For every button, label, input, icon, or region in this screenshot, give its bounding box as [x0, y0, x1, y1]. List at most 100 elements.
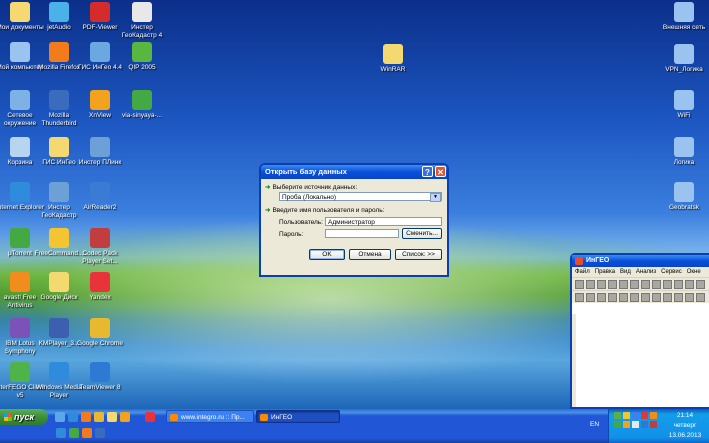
folder-icon[interactable]: [107, 412, 117, 422]
yandex-icon[interactable]: [145, 412, 155, 422]
chevron-down-icon[interactable]: ▼: [430, 193, 441, 202]
yandex-icon: [90, 272, 110, 292]
app-icon[interactable]: [95, 428, 105, 438]
desktop-icon[interactable]: Логика: [658, 137, 709, 167]
toolbar-icon[interactable]: [641, 279, 650, 289]
toolbar-icon[interactable]: [630, 279, 639, 289]
tray-icon[interactable]: [650, 421, 657, 428]
dialog-title-bar[interactable]: Открыть базу данных ? ✕: [261, 165, 447, 179]
tray-icon[interactable]: [650, 412, 657, 419]
ok-button[interactable]: OK: [309, 249, 345, 260]
menu-item[interactable]: Правка: [595, 269, 615, 275]
ie-icon[interactable]: [68, 412, 78, 422]
tray-icon[interactable]: [614, 412, 621, 419]
toolbar-icon[interactable]: [685, 279, 694, 289]
desktop-icon-label: Инстер ГеоКадастр 4: [121, 24, 163, 39]
toolbar-icon[interactable]: [652, 279, 661, 289]
ingeo-toolbar-2: [572, 290, 709, 303]
desktop-icon[interactable]: Инстер ПЛинк: [74, 137, 126, 167]
winrar-icon: [383, 44, 403, 64]
clock-time[interactable]: 21:14: [666, 412, 704, 419]
toolbar-icon[interactable]: [696, 292, 705, 302]
tray-icon[interactable]: [623, 412, 630, 419]
desktop-icon[interactable]: Geobratsk: [658, 182, 709, 212]
app-icon: [49, 318, 69, 338]
menu-item[interactable]: Вид: [620, 269, 631, 275]
toolbar-icon[interactable]: [674, 279, 683, 289]
source-label: Выберите источник данных:: [272, 184, 358, 191]
desktop-icon[interactable]: QIP 2005: [116, 42, 168, 72]
toolbar-icon[interactable]: [663, 279, 672, 289]
toolbar-icon[interactable]: [608, 292, 617, 302]
dialog-title: Открыть базу данных: [265, 167, 347, 176]
desktop-icon-label: TeamViewer 8: [79, 384, 121, 391]
list-button[interactable]: Список: >>: [395, 249, 442, 260]
app-icon[interactable]: [69, 428, 79, 438]
torrent-icon: [132, 90, 152, 110]
desktop-icon[interactable]: AirReader2: [74, 182, 126, 212]
firefox-icon[interactable]: [81, 412, 91, 422]
toolbar-icon[interactable]: [630, 292, 639, 302]
pdf-icon: [90, 2, 110, 22]
help-icon[interactable]: ?: [422, 166, 433, 177]
source-select[interactable]: Проба (Локально) ▼: [279, 192, 442, 202]
toolbar-icon[interactable]: [619, 279, 628, 289]
toolbar-icon[interactable]: [586, 279, 595, 289]
language-indicator[interactable]: EN: [590, 421, 599, 428]
menu-item[interactable]: Окне: [687, 269, 701, 275]
toolbar-icon[interactable]: [652, 292, 661, 302]
toolbar-icon[interactable]: [674, 292, 683, 302]
toolbar-icon[interactable]: [597, 279, 606, 289]
menu-item[interactable]: Сервис: [661, 269, 682, 275]
desktop-icon[interactable]: VPN_Логика: [658, 44, 709, 74]
close-icon[interactable]: ✕: [435, 166, 446, 177]
toolbar-icon[interactable]: [575, 279, 584, 289]
chrome-icon[interactable]: [94, 412, 104, 422]
toolbar-icon[interactable]: [597, 292, 606, 302]
network-icon: [10, 90, 30, 110]
desktop-icon-label: AirReader2: [83, 204, 117, 211]
tray-icon[interactable]: [632, 412, 639, 419]
menu-item[interactable]: Анализ: [636, 269, 656, 275]
avast-icon: [10, 272, 30, 292]
tray-icon[interactable]: [641, 412, 648, 419]
task-ingeo[interactable]: ИнГЕО: [256, 410, 340, 423]
user-field[interactable]: Администратор: [325, 217, 442, 226]
toolbar-icon[interactable]: [685, 292, 694, 302]
desktop-icon[interactable]: Внешняя сеть: [658, 2, 709, 32]
tray-icon[interactable]: [614, 421, 621, 428]
tray-icon[interactable]: [641, 421, 648, 428]
app-icon[interactable]: [82, 428, 92, 438]
desktop-icon[interactable]: via-sinyaya-...: [116, 90, 168, 120]
show-desktop-icon[interactable]: [55, 412, 65, 422]
desktop-icon[interactable]: WiFi: [658, 90, 709, 120]
app-icon[interactable]: [120, 412, 130, 422]
toolbar-icon[interactable]: [575, 292, 584, 302]
task-browser[interactable]: www.integro.ru :: Пр...: [166, 410, 254, 423]
desktop-icon[interactable]: Yandex: [74, 272, 126, 302]
tray-icon[interactable]: [623, 421, 630, 428]
recycle-bin-icon: [10, 137, 30, 157]
toolbar-icon[interactable]: [663, 292, 672, 302]
start-button[interactable]: пуск: [0, 409, 48, 425]
tray-icon[interactable]: [632, 421, 639, 428]
toolbar-icon[interactable]: [586, 292, 595, 302]
ingeo-menu-bar: Файл Правка Вид Анализ Сервис Окне: [572, 267, 709, 277]
password-field[interactable]: [325, 229, 399, 238]
change-button[interactable]: Сменить...: [402, 228, 442, 239]
desktop-icon[interactable]: WinRAR: [367, 44, 419, 74]
app-icon[interactable]: [56, 428, 66, 438]
menu-item[interactable]: Файл: [575, 269, 590, 275]
desktop-icon[interactable]: Google Chrome: [74, 318, 126, 348]
toolbar-icon[interactable]: [696, 279, 705, 289]
desktop-icon[interactable]: Codec Pack Player Set...: [74, 228, 126, 265]
taskbar: пуск www.integro.ru :: Пр... ИнГЕО EN 21…: [0, 409, 709, 443]
toolbar-icon[interactable]: [608, 279, 617, 289]
ingeo-title-bar[interactable]: ИнГЕО: [572, 255, 709, 267]
desktop-icon[interactable]: TeamViewer 8: [74, 362, 126, 392]
toolbar-icon[interactable]: [619, 292, 628, 302]
toolbar-icon[interactable]: [641, 292, 650, 302]
cancel-button[interactable]: Отмена: [349, 249, 391, 260]
computer-icon: [10, 42, 30, 62]
desktop-icon[interactable]: Инстер ГеоКадастр 4: [116, 2, 168, 39]
